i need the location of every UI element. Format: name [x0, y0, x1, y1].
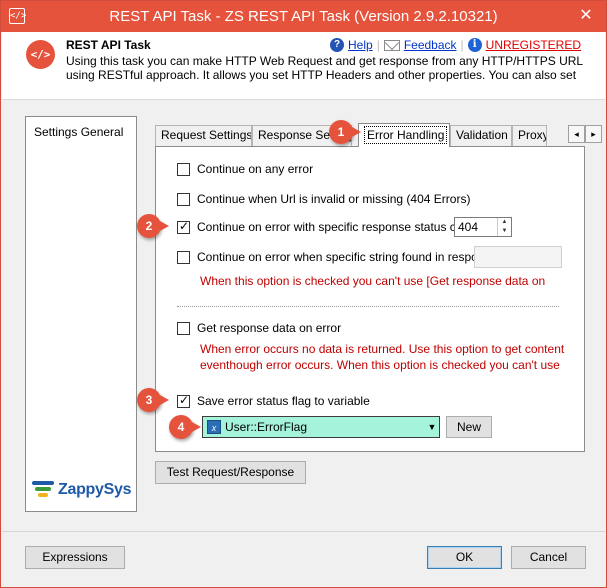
status-code-stepper[interactable]: 404 ▲ ▼	[454, 217, 512, 237]
task-header: </> REST API Task Using this task you ca…	[2, 32, 605, 100]
tab-validation[interactable]: Validation	[450, 125, 512, 146]
continue-invalid-url-checkbox[interactable]	[177, 192, 190, 206]
get-response-warning-line-2: eventhough error occurs. When this optio…	[200, 358, 560, 372]
continue-any-error-option[interactable]: Continue on any error	[177, 162, 313, 176]
task-logo-icon: </>	[26, 40, 55, 69]
variable-value: User::ErrorFlag	[225, 420, 308, 434]
continue-string-found-label: Continue on error when specific string f…	[197, 250, 474, 264]
tab-scroll-left-button[interactable]: ◂	[568, 125, 585, 143]
variable-icon: x	[207, 420, 221, 434]
get-response-on-error-label: Get response data on error	[197, 321, 342, 335]
footer-divider	[2, 531, 605, 532]
chevron-down-icon[interactable]: ▼	[425, 422, 439, 432]
tab-label: Proxy	[518, 128, 547, 142]
task-description: Using this task you can make HTTP Web Re…	[66, 54, 583, 82]
zappysys-wifi-icon	[32, 479, 54, 501]
tab-error-handling[interactable]: Error Handling	[358, 123, 450, 147]
continue-any-error-checkbox[interactable]	[177, 162, 190, 176]
continue-any-error-label: Continue on any error	[197, 162, 314, 176]
callout-4: 4	[169, 415, 201, 439]
tab-label: Request Settings	[161, 128, 252, 142]
header-links: ? Help | Feedback | i UNREGISTERED	[330, 38, 581, 52]
continue-string-found-option[interactable]: Continue on error when specific string f…	[177, 250, 474, 264]
unregistered-link[interactable]: UNREGISTERED	[486, 38, 581, 52]
section-divider	[177, 306, 559, 307]
expressions-button[interactable]: Expressions	[25, 546, 125, 569]
tab-scroll-right-button[interactable]: ▸	[585, 125, 602, 143]
window-close-button[interactable]: ✕	[574, 5, 598, 27]
window-title: REST API Task - ZS REST API Task (Versio…	[109, 8, 498, 25]
save-status-flag-checkbox[interactable]	[177, 393, 190, 408]
continue-invalid-url-label: Continue when Url is invalid or missing …	[197, 192, 471, 206]
link-separator: |	[460, 38, 464, 52]
error-string-input[interactable]	[474, 246, 562, 268]
status-code-value[interactable]: 404	[458, 220, 478, 234]
callout-3: 3	[137, 388, 169, 412]
tab-scroll-buttons: ◂ ▸	[568, 125, 602, 143]
brand-name: ZappySys	[58, 481, 132, 498]
error-flag-variable-select[interactable]: x User::ErrorFlag ▼	[202, 416, 440, 438]
tab-request-settings[interactable]: Request Settings	[155, 125, 252, 146]
link-separator: |	[376, 38, 380, 52]
get-response-on-error-option[interactable]: Get response data on error	[177, 321, 341, 335]
get-response-on-error-checkbox[interactable]	[177, 321, 190, 335]
tab-proxy[interactable]: Proxy	[512, 125, 547, 146]
tab-label: Error Handling	[364, 126, 448, 144]
continue-string-found-checkbox[interactable]	[177, 250, 190, 264]
continue-status-code-label: Continue on error with specific response…	[197, 220, 454, 234]
info-icon[interactable]: i	[467, 38, 482, 52]
task-title: REST API Task	[66, 38, 151, 52]
save-status-flag-option[interactable]: Save error status flag to variable	[177, 393, 370, 408]
tab-label: Validation	[456, 128, 508, 142]
cancel-button[interactable]: Cancel	[511, 546, 586, 569]
stepper-up-icon[interactable]: ▲	[498, 218, 511, 227]
ok-button[interactable]: OK	[427, 546, 502, 569]
string-found-warning: When this option is checked you can't us…	[200, 274, 545, 288]
callout-2: 2	[137, 214, 169, 238]
new-variable-button[interactable]: New	[446, 416, 492, 438]
get-response-warning-line-1: When error occurs no data is returned. U…	[200, 342, 565, 356]
continue-invalid-url-option[interactable]: Continue when Url is invalid or missing …	[177, 192, 470, 206]
brand-logo: ZappySys	[32, 479, 131, 501]
feedback-link[interactable]: Feedback	[404, 38, 457, 52]
stepper-buttons: ▲ ▼	[497, 218, 511, 236]
rest-api-task-window: </> REST API Task - ZS REST API Task (Ve…	[0, 0, 607, 588]
callout-1: 1	[329, 120, 361, 144]
sidebar-item-settings-general[interactable]: Settings General	[34, 125, 134, 139]
test-request-button[interactable]: Test Request/Response	[155, 461, 306, 484]
help-icon[interactable]: ?	[330, 38, 345, 52]
continue-status-code-checkbox[interactable]	[177, 219, 190, 234]
stepper-down-icon[interactable]: ▼	[498, 227, 511, 236]
save-status-flag-label: Save error status flag to variable	[197, 394, 370, 408]
continue-status-code-option[interactable]: Continue on error with specific response…	[177, 219, 454, 234]
feedback-mail-icon[interactable]	[383, 39, 400, 51]
help-link[interactable]: Help	[348, 38, 373, 52]
title-bar: </> REST API Task - ZS REST API Task (Ve…	[1, 1, 606, 32]
sidebar: Settings General ZappySys	[25, 116, 137, 512]
